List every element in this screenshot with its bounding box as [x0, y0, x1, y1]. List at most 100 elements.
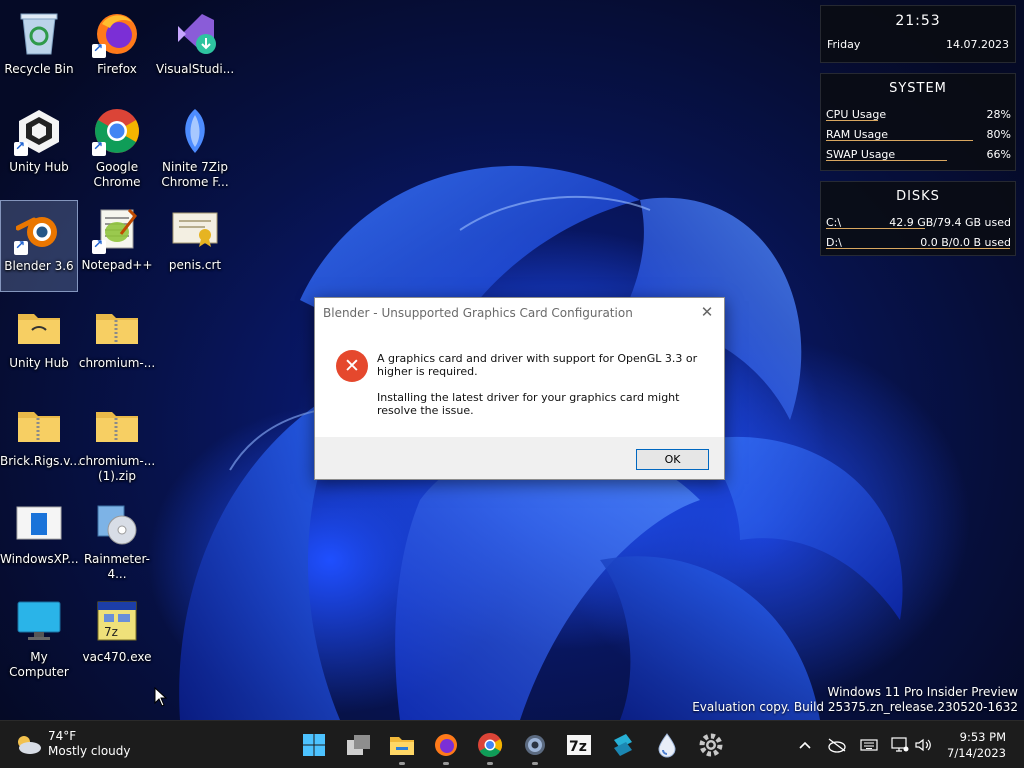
recycle-bin-icon: [14, 8, 64, 58]
taskbar-7zip[interactable]: 7z: [563, 729, 595, 761]
desktop-icon-vac470[interactable]: 7z vac470.exe: [78, 592, 156, 684]
desktop-icon-label: Recycle Bin: [4, 62, 74, 76]
zip-folder-icon: [92, 400, 142, 450]
row-value: 28%: [986, 107, 1011, 121]
desktop-icon-label: vac470.exe: [82, 650, 152, 664]
desktop-icon-unity-hub[interactable]: Unity Hub: [0, 102, 78, 194]
running-indicator: [443, 762, 449, 765]
usage-bar: [826, 160, 947, 161]
droplet-icon: [658, 733, 676, 758]
shortcut-arrow-icon: [92, 139, 106, 156]
taskbar-clock[interactable]: 9:53 PM 7/14/2023: [947, 729, 1006, 761]
desktop-icon-ninite[interactable]: Ninite 7Zip Chrome F...: [156, 102, 234, 194]
file-explorer-icon: [390, 737, 414, 755]
desktop-icon-label: WindowsXP...: [0, 552, 79, 566]
firefox-icon: [435, 734, 457, 756]
shortcut-arrow-icon: [92, 237, 106, 254]
task-view-icon: [347, 735, 370, 755]
desktop-icon-rainmeter[interactable]: Rainmeter-4...: [78, 494, 156, 586]
chrome-icon: [478, 733, 503, 758]
chrome-icon: [92, 106, 142, 156]
task-view-button[interactable]: [343, 729, 375, 761]
desktop-icon-label: Blender 3.6: [4, 259, 74, 273]
gear-icon: [699, 733, 723, 757]
app-icon: [614, 734, 632, 756]
row-value: 66%: [986, 147, 1011, 161]
notepad-plus-icon: [92, 204, 142, 254]
row-label: D:\: [826, 235, 842, 249]
weather-temp: 74°F: [48, 729, 77, 743]
desktop-icon-label: Google Chrome: [93, 160, 141, 189]
desktop-icon-label: Ninite 7Zip Chrome F...: [161, 160, 229, 189]
row-label: SWAP Usage: [826, 147, 896, 161]
ram-usage-row: RAM Usage 80%: [821, 124, 1015, 144]
desktop-icon-visual-studio[interactable]: VisualStudi...: [156, 4, 234, 96]
desktop-icon-unity-hub-folder[interactable]: Unity Hub: [0, 298, 78, 390]
widget-date: 14.07.2023: [946, 38, 1009, 51]
desktop-icon-certificate[interactable]: penis.crt: [156, 200, 234, 292]
taskbar-app[interactable]: [607, 729, 639, 761]
zip-folder-icon: [14, 400, 64, 450]
close-icon[interactable]: ✕: [698, 303, 716, 321]
widget-title: SYSTEM: [889, 81, 947, 96]
taskbar-chrome[interactable]: [474, 729, 506, 765]
7zip-icon: 7z: [567, 735, 591, 755]
disks-widget: DISKS C:\ 42.9 GB/79.4 GB used D:\ 0.0 B…: [820, 181, 1016, 256]
dialog-message: A graphics card and driver with support …: [377, 352, 707, 417]
desktop-icon-chromium-zip-1[interactable]: chromium-... (1).zip: [78, 396, 156, 488]
dialog-message-line: A graphics card and driver with support …: [377, 352, 698, 378]
widget-time: 21:53: [895, 13, 941, 29]
taskbar-settings[interactable]: [519, 729, 551, 765]
zip-folder-icon: [92, 302, 142, 352]
row-value: 0.0 B/0.0 B used: [920, 235, 1011, 249]
taskbar-gear-app[interactable]: [695, 729, 727, 761]
monitor-icon: [14, 596, 64, 646]
usage-bar: [826, 228, 925, 229]
watermark-line: Windows 11 Pro Insider Preview: [827, 685, 1018, 699]
ok-button[interactable]: OK: [636, 449, 709, 470]
desktop-icon-my-computer[interactable]: My Computer: [0, 592, 78, 684]
usage-bar: [826, 140, 973, 141]
dialog-title: Blender - Unsupported Graphics Card Conf…: [323, 305, 633, 320]
desktop-icon-label: Brick.Rigs.v...: [0, 454, 81, 468]
svg-text:7z: 7z: [104, 625, 118, 639]
cloud-off-icon[interactable]: [827, 735, 847, 755]
desktop-icon-label: VisualStudi...: [156, 62, 235, 76]
desktop-icon-brick-rigs[interactable]: Brick.Rigs.v...: [0, 396, 81, 488]
evaluation-watermark: Windows 11 Pro Insider Preview Evaluatio…: [692, 685, 1018, 715]
weather-widget[interactable]: 74°F Mostly cloudy: [14, 729, 131, 759]
cloud-icon: [18, 736, 41, 754]
desktop-icon-label: Unity Hub: [9, 356, 69, 370]
unity-icon: [14, 106, 64, 156]
keyboard-icon[interactable]: [859, 735, 879, 755]
desktop-icon-google-chrome[interactable]: Google Chrome: [78, 102, 156, 194]
desktop-icon-notepad-plus[interactable]: Notepad++: [78, 200, 156, 292]
shortcut-arrow-icon: [92, 41, 106, 58]
settings-icon: [525, 735, 545, 755]
exe-icon: 7z: [92, 596, 142, 646]
desktop-icon-chromium-zip[interactable]: chromium-...: [78, 298, 156, 390]
clock-widget: 21:53 Friday 14.07.2023: [820, 5, 1016, 63]
desktop-icon-blender[interactable]: Blender 3.6: [0, 200, 78, 292]
dialog-body: ✕ A graphics card and driver with suppor…: [315, 327, 724, 437]
start-button[interactable]: [298, 729, 330, 761]
running-indicator: [532, 762, 538, 765]
row-label: RAM Usage: [826, 127, 888, 141]
desktop-icon-label: Unity Hub: [9, 160, 69, 174]
blender-icon: [14, 205, 64, 255]
cpu-usage-row: CPU Usage 28%: [821, 104, 1015, 124]
chevron-up-icon[interactable]: [795, 735, 815, 755]
ninite-icon: [170, 106, 220, 156]
running-indicator: [399, 762, 405, 765]
network-icon[interactable]: [890, 735, 910, 755]
desktop-icon-label: chromium-...: [78, 356, 156, 370]
taskbar-droplet-app[interactable]: [651, 729, 683, 761]
mouse-cursor-icon: [154, 687, 168, 707]
desktop-icon-label: chromium-... (1).zip: [78, 454, 156, 483]
desktop-icon-firefox[interactable]: Firefox: [78, 4, 156, 96]
desktop-icon-windowsxp[interactable]: WindowsXP...: [0, 494, 79, 586]
taskbar-firefox[interactable]: [430, 729, 462, 765]
desktop-icon-recycle-bin[interactable]: Recycle Bin: [0, 4, 78, 96]
taskbar-file-explorer[interactable]: [386, 729, 418, 765]
volume-icon[interactable]: [913, 735, 933, 755]
